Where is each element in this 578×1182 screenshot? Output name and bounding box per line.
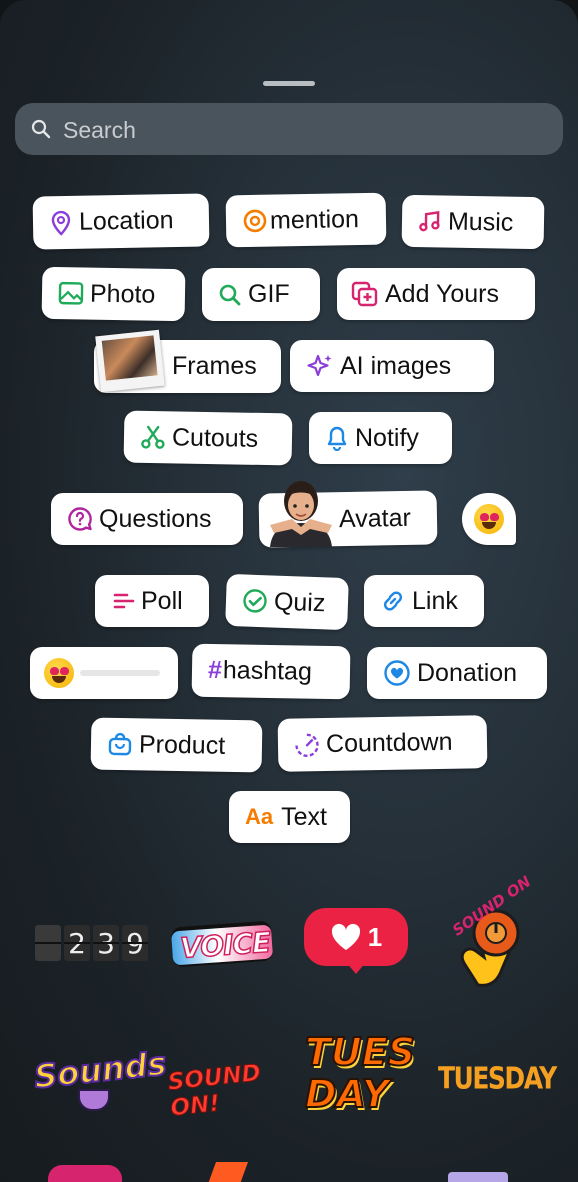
countdown-label: Countdown <box>325 727 453 758</box>
questions-label: Questions <box>99 504 212 533</box>
hashtag-label: hashtag <box>222 656 313 686</box>
voice-text: VOICE <box>178 925 272 966</box>
hashtag-icon: # <box>207 655 223 685</box>
avatar-image <box>262 473 340 547</box>
link-label: Link <box>412 586 458 615</box>
text-label: Text <box>281 802 327 831</box>
quiz-label: Quiz <box>273 587 326 617</box>
check-circle-icon <box>242 587 269 614</box>
sound-on-red-text: SOUND ON! <box>166 1060 262 1122</box>
poll-label: Poll <box>141 586 183 615</box>
timer-icon <box>294 732 320 758</box>
countdown-sticker[interactable]: Countdown <box>277 715 488 772</box>
photo-icon <box>58 281 84 305</box>
gif-search-icon <box>218 283 242 307</box>
like-bubble-tail <box>346 962 366 974</box>
emoji-slider-sticker[interactable] <box>30 647 178 699</box>
voice-sticker[interactable]: VOICE <box>170 915 274 974</box>
scissors-icon <box>140 424 166 450</box>
heart-icon <box>331 923 360 950</box>
sound-on-red-sticker[interactable]: SOUND ON! <box>166 1054 280 1122</box>
poll-sticker[interactable]: Poll <box>95 575 209 627</box>
tuesday-text: TUESDAY <box>438 1061 557 1096</box>
bowl-icon <box>78 1089 110 1111</box>
text-sticker[interactable]: Aa Text <box>229 791 350 843</box>
quiz-sticker[interactable]: Quiz <box>225 573 349 631</box>
music-note-icon <box>418 209 442 233</box>
clock-digit-2: 3 <box>93 925 119 961</box>
clock-digit-3: 9 <box>122 925 148 961</box>
photo-sticker[interactable]: Photo <box>41 266 186 322</box>
product-label: Product <box>138 729 226 760</box>
clock-digit-1: 2 <box>64 925 90 961</box>
cutouts-sticker[interactable]: Cutouts <box>123 410 293 466</box>
donation-sticker[interactable]: Donation <box>367 647 547 699</box>
search-input[interactable]: Search <box>63 117 136 144</box>
clock-blank-digit <box>35 925 61 961</box>
partial-sticker-2[interactable] <box>207 1162 249 1182</box>
partial-sticker-1[interactable] <box>48 1165 122 1182</box>
photo-label: Photo <box>89 279 156 309</box>
photo-image <box>101 335 158 381</box>
add-yours-label: Add Yours <box>385 279 499 308</box>
frames-photo-thumbnail <box>95 329 165 393</box>
location-label: Location <box>78 206 174 236</box>
shopping-bag-icon <box>107 731 133 757</box>
gif-sticker[interactable]: GIF <box>202 268 320 321</box>
cutouts-label: Cutouts <box>171 422 259 453</box>
questions-sticker[interactable]: Questions <box>51 493 243 545</box>
slider-track[interactable] <box>80 670 160 676</box>
threads-at-icon <box>242 208 268 234</box>
donation-heart-icon <box>383 659 411 687</box>
gif-label: GIF <box>248 280 290 308</box>
mention-label: mention <box>269 204 360 235</box>
notify-label: Notify <box>355 423 419 452</box>
location-pin-icon <box>49 209 73 236</box>
frames-label: Frames <box>172 352 257 380</box>
sound-on-sticker[interactable]: SOUND ON <box>444 872 540 997</box>
heart-eyes-emoji-icon <box>44 658 74 688</box>
ai-images-sticker[interactable]: AI images <box>290 340 494 392</box>
like-count-sticker[interactable]: 1 <box>304 908 408 966</box>
ai-images-label: AI images <box>340 351 452 380</box>
mention-sticker[interactable]: mention <box>225 192 387 248</box>
search-icon <box>31 119 51 139</box>
tues-day-text: TUES DAY <box>304 1030 416 1116</box>
sounds-sticker[interactable]: Sounds <box>31 1043 169 1111</box>
like-count: 1 <box>367 921 383 952</box>
add-yours-sticker[interactable]: Add Yours <box>337 268 535 320</box>
add-yours-icon <box>351 281 379 307</box>
poll-icon <box>113 590 135 612</box>
flip-clock-sticker[interactable]: 2 3 9 <box>35 925 148 961</box>
emoji-reaction-sticker[interactable] <box>462 493 516 545</box>
donation-label: Donation <box>417 658 518 687</box>
music-sticker[interactable]: Music <box>401 194 545 250</box>
heart-eyes-emoji-icon <box>474 504 504 534</box>
link-sticker[interactable]: Link <box>364 575 484 627</box>
product-sticker[interactable]: Product <box>90 717 263 773</box>
hashtag-sticker[interactable]: # hashtag <box>191 643 351 700</box>
search-bar[interactable]: Search <box>15 103 563 155</box>
tues-day-sticker[interactable]: TUES DAY <box>303 1029 416 1125</box>
tuesday-sticker[interactable]: TUESDAY <box>438 1061 557 1098</box>
sparkle-icon <box>306 352 334 380</box>
sticker-tray: Search Location mention Music Photo GIF <box>0 0 578 1182</box>
bell-icon <box>325 425 349 451</box>
question-icon <box>67 506 93 532</box>
location-sticker[interactable]: Location <box>32 193 210 250</box>
partial-sticker-3[interactable] <box>448 1172 508 1182</box>
music-label: Music <box>447 207 514 237</box>
drag-handle[interactable] <box>263 81 315 86</box>
notify-sticker[interactable]: Notify <box>309 412 452 464</box>
avatar-label: Avatar <box>338 503 412 533</box>
text-aa-icon: Aa <box>245 804 274 829</box>
link-icon <box>380 588 406 614</box>
